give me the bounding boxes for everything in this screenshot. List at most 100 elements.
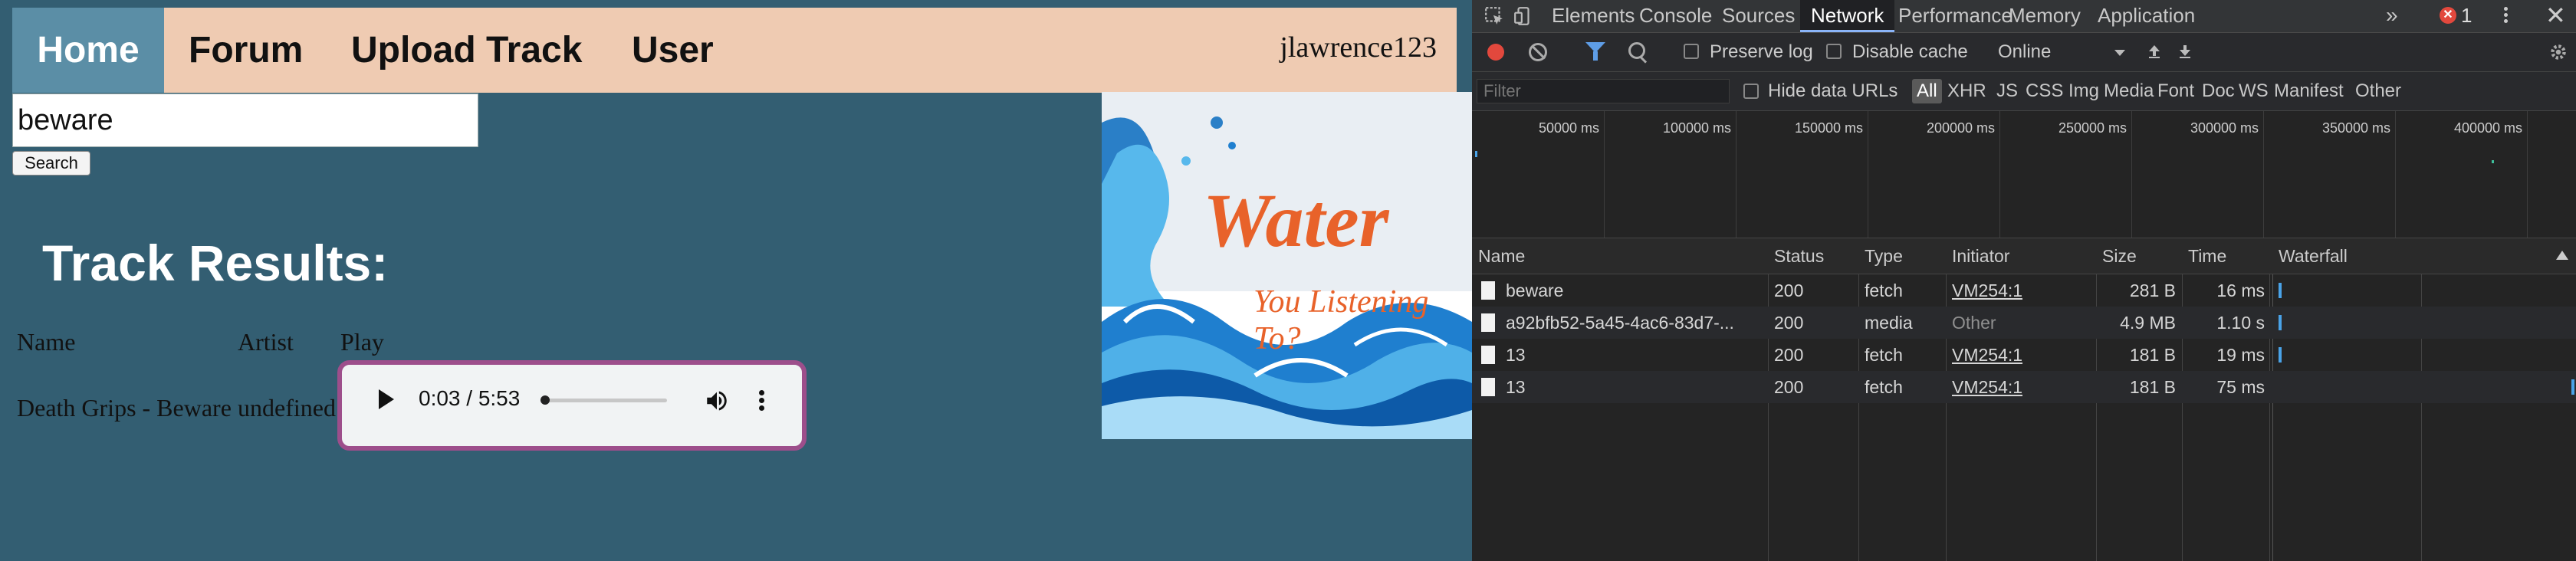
- filter-type-font[interactable]: Font: [2157, 72, 2194, 110]
- table-row[interactable]: 13 200 fetch VM254:1 181 B 19 ms: [1472, 339, 2576, 371]
- nav-upload-track-link[interactable]: Upload Track: [351, 8, 582, 93]
- close-devtools-icon[interactable]: ✕: [2545, 0, 2566, 32]
- request-type: media: [1865, 313, 1913, 333]
- navbar: Home Forum Upload Track User jlawrence12…: [12, 8, 1457, 93]
- filter-type-js[interactable]: JS: [1996, 72, 2018, 110]
- filter-icon[interactable]: [1585, 42, 1605, 61]
- filter-input[interactable]: [1477, 79, 1730, 103]
- timeline-tick-label: 100000 ms: [1662, 120, 1731, 136]
- filter-type-doc[interactable]: Doc: [2202, 72, 2235, 110]
- throttling-select[interactable]: Online: [1998, 33, 2051, 71]
- banner-subtitle: You Listening To?: [1254, 284, 1429, 356]
- timeline-tick-label: 50000 ms: [1538, 120, 1599, 136]
- column-header-time[interactable]: Time: [2188, 238, 2226, 274]
- request-status: 200: [1774, 313, 1804, 333]
- request-time: 1.10 s: [2216, 313, 2265, 333]
- request-status: 200: [1774, 345, 1804, 365]
- filter-type-manifest[interactable]: Manifest: [2274, 72, 2344, 110]
- tab-performance[interactable]: Performance: [1898, 0, 2013, 32]
- audio-seek-thumb[interactable]: [540, 395, 550, 405]
- overview-marker: [1475, 151, 1477, 157]
- search-icon[interactable]: [1628, 42, 1645, 59]
- nav-home-link[interactable]: Home: [12, 8, 164, 93]
- column-header-status[interactable]: Status: [1774, 238, 1824, 274]
- error-count[interactable]: 1: [2461, 0, 2472, 32]
- request-type: fetch: [1865, 280, 1903, 300]
- disable-cache-checkbox[interactable]: [1826, 44, 1842, 59]
- search-button[interactable]: Search: [12, 151, 90, 176]
- request-initiator-link[interactable]: VM254:1: [1952, 339, 2022, 371]
- device-toolbar-icon[interactable]: [1513, 6, 1533, 26]
- tab-application[interactable]: Application: [2098, 0, 2195, 32]
- filter-type-all[interactable]: All: [1912, 79, 1942, 103]
- column-header-size[interactable]: Size: [2102, 238, 2137, 274]
- request-size: 181 B: [2129, 345, 2176, 365]
- network-overview-timeline[interactable]: 50000 ms 100000 ms 150000 ms 200000 ms 2…: [1472, 111, 2576, 238]
- request-initiator-link[interactable]: VM254:1: [1952, 274, 2022, 307]
- column-header-name[interactable]: Name: [1478, 238, 1525, 274]
- gear-icon[interactable]: [2548, 42, 2568, 62]
- request-status: 200: [1774, 377, 1804, 397]
- chevron-down-icon[interactable]: [2114, 50, 2125, 56]
- document-icon: [1481, 281, 1495, 300]
- filter-type-img[interactable]: Img: [2068, 72, 2099, 110]
- preserve-log-checkbox[interactable]: [1684, 44, 1699, 59]
- play-icon[interactable]: [379, 389, 394, 409]
- audio-player[interactable]: 0:03 / 5:53: [337, 360, 807, 451]
- tab-memory[interactable]: Memory: [2009, 0, 2081, 32]
- more-options-icon[interactable]: [756, 388, 767, 414]
- search-input[interactable]: [12, 94, 478, 147]
- results-title: Track Results:: [42, 235, 389, 291]
- devtools-tab-bar: Elements Console Sources Network Perform…: [1472, 0, 2576, 33]
- request-name: a92bfb52-5a45-4ac6-83d7-...: [1506, 313, 1734, 333]
- export-har-icon[interactable]: [2177, 44, 2193, 59]
- table-row[interactable]: a92bfb52-5a45-4ac6-83d7-... 200 media Ot…: [1472, 307, 2576, 339]
- error-icon[interactable]: ✕: [2440, 7, 2456, 24]
- username-label: jlawrence123: [1280, 31, 1437, 64]
- filter-type-css[interactable]: CSS: [2026, 72, 2063, 110]
- column-header-waterfall[interactable]: Waterfall: [2279, 238, 2348, 274]
- wave-illustration: [1102, 92, 1472, 439]
- tab-elements[interactable]: Elements: [1552, 0, 1635, 32]
- hide-data-urls-checkbox[interactable]: [1743, 84, 1759, 99]
- volume-icon[interactable]: [704, 388, 730, 414]
- waterfall-bar: [2279, 315, 2282, 330]
- table-body: beware 200 fetch VM254:1 281 B 16 ms a92…: [1472, 274, 2576, 561]
- nav-forum-link[interactable]: Forum: [189, 8, 303, 93]
- tick-line: [2527, 111, 2528, 238]
- tab-sources[interactable]: Sources: [1722, 0, 1795, 32]
- column-header-name: Name: [17, 328, 76, 356]
- timeline-tick-label: 150000 ms: [1794, 120, 1863, 136]
- waterfall-bar: [2571, 379, 2574, 395]
- document-icon: [1481, 313, 1495, 332]
- devtools-menu-icon[interactable]: [2501, 5, 2510, 28]
- document-icon: [1481, 378, 1495, 396]
- sort-ascending-icon[interactable]: [2556, 251, 2568, 260]
- filter-type-ws[interactable]: WS: [2239, 72, 2269, 110]
- request-initiator-link[interactable]: VM254:1: [1952, 371, 2022, 403]
- tab-console[interactable]: Console: [1639, 0, 1712, 32]
- table-header: Name Status Type Initiator Size Time Wat…: [1472, 238, 2576, 274]
- disable-cache-label: Disable cache: [1852, 41, 1968, 62]
- more-tabs-icon[interactable]: »: [2386, 0, 2398, 32]
- filter-type-other[interactable]: Other: [2355, 72, 2401, 110]
- audio-seek-bar[interactable]: [540, 395, 667, 405]
- track-name-cell: Death Grips - Beware: [17, 394, 232, 422]
- audio-time-display: 0:03 / 5:53: [419, 386, 521, 410]
- tab-network[interactable]: Network: [1800, 0, 1895, 32]
- request-time: 75 ms: [2216, 377, 2265, 397]
- clear-icon[interactable]: [1529, 43, 1547, 61]
- table-row[interactable]: beware 200 fetch VM254:1 281 B 16 ms: [1472, 274, 2576, 307]
- import-har-icon[interactable]: [2147, 44, 2162, 59]
- column-header-initiator[interactable]: Initiator: [1952, 238, 2009, 274]
- track-artist-cell: undefined: [238, 394, 336, 422]
- nav-user-link[interactable]: User: [632, 8, 714, 93]
- filter-type-media[interactable]: Media: [2104, 72, 2154, 110]
- column-header-type[interactable]: Type: [1865, 238, 1903, 274]
- water-banner-image: Water You Listening To?: [1102, 92, 1472, 439]
- filter-type-xhr[interactable]: XHR: [1947, 72, 1986, 110]
- request-name: 13: [1506, 345, 1526, 365]
- table-row[interactable]: 13 200 fetch VM254:1 181 B 75 ms: [1472, 371, 2576, 403]
- inspect-element-icon[interactable]: [1484, 6, 1504, 26]
- record-icon[interactable]: [1487, 44, 1504, 61]
